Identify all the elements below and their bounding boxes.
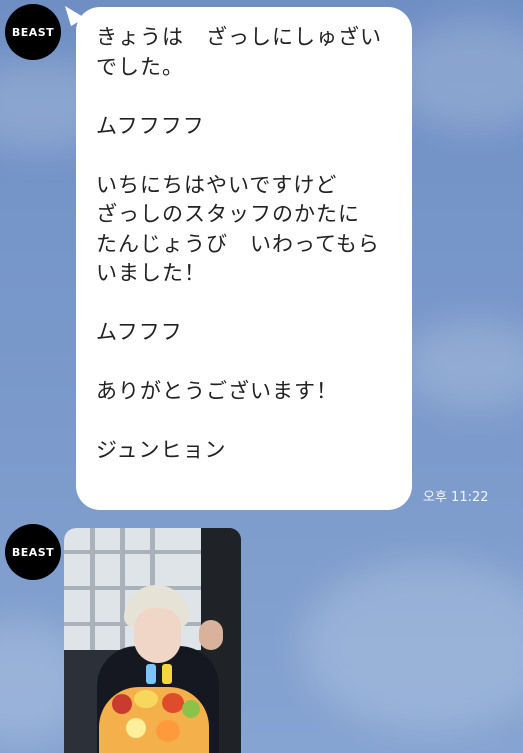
chat-background: BEAST きょうは ざっしにしゅざい でした。 ムフフフフ いちにちはやいです… bbox=[0, 0, 523, 753]
cake-fruit bbox=[156, 720, 180, 742]
sender-avatar-text: BEAST bbox=[11, 545, 55, 559]
message-line bbox=[96, 141, 392, 171]
window-frame bbox=[64, 550, 201, 554]
message-line bbox=[96, 407, 392, 437]
background-person bbox=[199, 620, 223, 650]
cake-fruit bbox=[112, 694, 132, 714]
message-line: ざっしのスタッフのかたに bbox=[96, 202, 360, 226]
message-line: いました！ bbox=[96, 261, 206, 285]
photo-message[interactable] bbox=[64, 528, 241, 753]
cloud-shape bbox=[300, 560, 523, 730]
sender-avatar[interactable]: BEAST bbox=[5, 4, 61, 60]
person-face bbox=[134, 608, 181, 663]
window-frame bbox=[64, 586, 201, 590]
message-line: ムフフフ bbox=[96, 320, 183, 344]
message-line: ジュンヒョン bbox=[96, 438, 227, 462]
message-line bbox=[96, 289, 392, 319]
message-bubble[interactable]: きょうは ざっしにしゅざい でした。 ムフフフフ いちにちはやいですけど ざっし… bbox=[76, 7, 412, 510]
message-line: いちにちはやいですけど bbox=[96, 172, 338, 197]
cloud-shape bbox=[400, 320, 523, 410]
cake-fruit bbox=[182, 700, 200, 718]
message-line: ありがとうございます！ bbox=[96, 379, 338, 403]
cake-fruit bbox=[134, 690, 158, 708]
message-line bbox=[96, 348, 392, 378]
message-timestamp: 오후 11:22 bbox=[423, 490, 489, 505]
candle bbox=[162, 664, 172, 684]
message-line: きょうは ざっしにしゅざい bbox=[96, 25, 382, 49]
message-line: たんじょうび いわってもら bbox=[96, 231, 380, 256]
cake-fruit bbox=[126, 718, 146, 738]
sender-avatar[interactable]: BEAST bbox=[5, 524, 61, 580]
sender-avatar-text: BEAST bbox=[11, 25, 55, 39]
message-line bbox=[96, 82, 392, 112]
cake-fruit bbox=[162, 693, 184, 713]
message-line: でした。 bbox=[96, 54, 184, 79]
candle bbox=[146, 664, 156, 684]
message-line: ムフフフフ bbox=[96, 113, 205, 138]
